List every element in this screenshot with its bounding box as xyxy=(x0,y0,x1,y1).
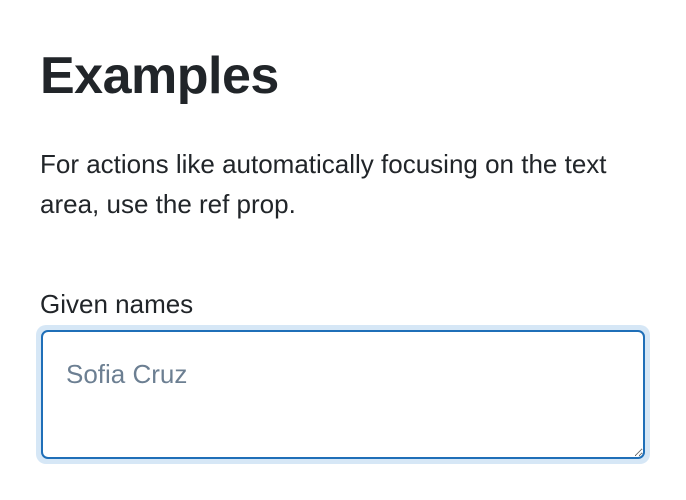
focus-ring xyxy=(36,325,650,464)
description-text: For actions like automatically focusing … xyxy=(40,149,607,219)
page: Examples For actions like automatically … xyxy=(0,0,686,500)
given-names-label: Given names xyxy=(40,289,194,319)
page-title: Examples xyxy=(40,47,279,105)
given-names-textarea[interactable] xyxy=(41,330,645,459)
